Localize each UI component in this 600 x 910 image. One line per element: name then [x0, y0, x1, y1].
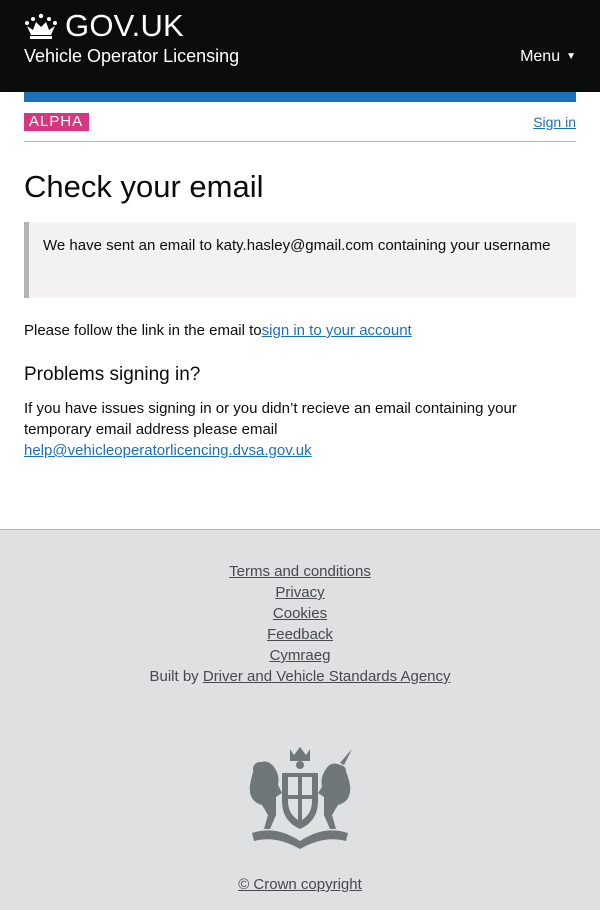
built-by: Built by Driver and Vehicle Standards Ag…: [149, 668, 450, 685]
built-by-prefix: Built by: [149, 668, 199, 685]
footer-link-cookies[interactable]: Cookies: [273, 603, 327, 624]
royal-coat-of-arms-icon: [249, 747, 352, 849]
menu-button[interactable]: Menu ▼: [520, 48, 576, 66]
footer-link-feedback[interactable]: Feedback: [267, 624, 333, 645]
footer-link-terms[interactable]: Terms and conditions: [229, 561, 371, 582]
footer-link-cymraeg[interactable]: Cymraeg: [270, 645, 331, 666]
sign-in-account-link[interactable]: sign in to your account: [262, 322, 412, 339]
problems-text: If you have issues signing in or you did…: [24, 398, 576, 461]
dvsa-link[interactable]: Driver and Vehicle Standards Agency: [203, 666, 451, 687]
follow-prefix: Please follow the link in the email to: [24, 322, 262, 339]
follow-link-text: Please follow the link in the email tosi…: [24, 321, 576, 341]
inset-suffix: containing your username: [377, 237, 551, 254]
menu-label: Menu: [520, 47, 561, 65]
header-blue-bar: [24, 92, 576, 102]
crown-icon: [25, 13, 57, 39]
footer-links: Terms and conditions Privacy Cookies Fee…: [0, 561, 600, 687]
site-header: GOV.UK Vehicle Operator Licensing Menu ▼: [0, 0, 600, 92]
problems-heading: Problems signing in?: [24, 364, 201, 385]
site-footer: Terms and conditions Privacy Cookies Fee…: [0, 529, 600, 910]
page-title: Check your email: [24, 169, 264, 204]
triangle-down-icon: ▼: [566, 51, 576, 62]
crown-copyright-link[interactable]: © Crown copyright: [238, 876, 362, 893]
main-wrapper: ALPHA Sign in Check your email We have s…: [0, 92, 600, 461]
help-email-link[interactable]: help@vehicleoperatorlicencing.dvsa.gov.u…: [24, 442, 312, 459]
govuk-logo[interactable]: GOV.UK: [24, 0, 576, 42]
phase-banner: ALPHA Sign in: [24, 102, 576, 142]
inset-text: We have sent an email to katy.hasley@gma…: [24, 222, 576, 298]
phase-tag: ALPHA: [24, 112, 90, 131]
footer-link-privacy[interactable]: Privacy: [275, 582, 324, 603]
service-name[interactable]: Vehicle Operator Licensing: [24, 46, 239, 67]
problems-body: If you have issues signing in or you did…: [24, 400, 517, 438]
logo-text: GOV.UK: [65, 8, 184, 43]
sent-email-address: katy.hasley@gmail.com: [216, 237, 374, 254]
inset-prefix: We have sent an email to: [43, 237, 212, 254]
sign-in-link[interactable]: Sign in: [533, 114, 576, 130]
